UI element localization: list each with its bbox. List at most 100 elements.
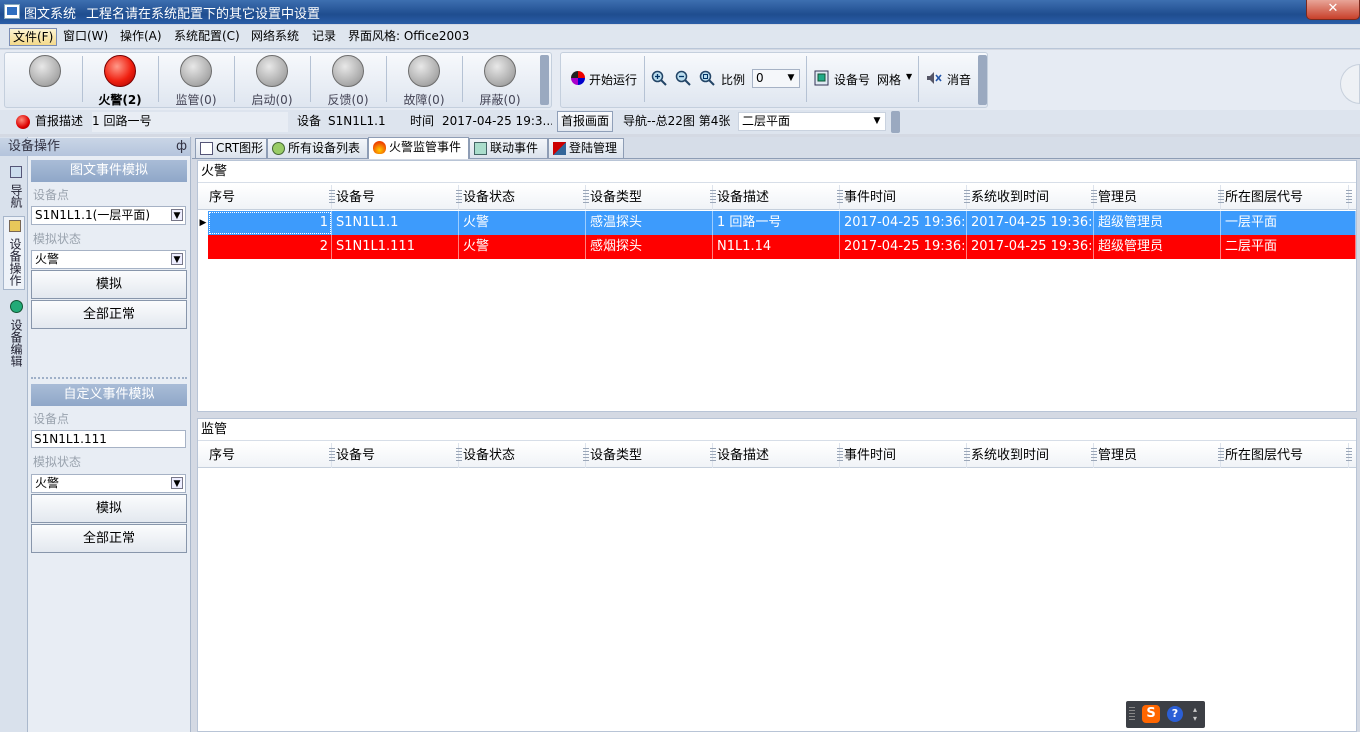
time-label: 时间 [410, 114, 435, 128]
menu-network[interactable]: 网络系统 [248, 28, 302, 46]
vtab-device-operation[interactable]: 设备操作 [3, 216, 25, 290]
status-feedback-label: 反馈(0) [327, 93, 369, 107]
first-report-screen-button[interactable]: 首报画面 [557, 111, 613, 132]
col-header-index[interactable]: 序号 [205, 185, 335, 210]
floor-select[interactable]: 二层平面 ▼ [738, 112, 886, 131]
col-header-admin[interactable]: 管理员 [1094, 185, 1224, 210]
section1-all-normal-button[interactable]: 全部正常 [31, 300, 187, 329]
section1-simulate-button[interactable]: 模拟 [31, 270, 187, 299]
cell-admin[interactable]: 超级管理员 [1094, 211, 1221, 235]
tab-crt[interactable]: CRT图形 [195, 138, 267, 158]
cell-recv-time[interactable]: 2017-04-25 19:36:52 [967, 235, 1094, 259]
cell-layer[interactable]: 一层平面 [1221, 211, 1356, 235]
col-header-admin[interactable]: 管理员 [1094, 443, 1224, 468]
ime-toolbar[interactable]: S ? ▴ ▾ [1126, 701, 1205, 728]
section2-state-select[interactable]: 火警 ▼ [31, 474, 186, 493]
menu-file[interactable]: 文件(F) [9, 28, 58, 46]
section1-point-select[interactable]: S1N1L1.1(一层平面) ▼ [31, 206, 186, 225]
col-header-recv-time[interactable]: 系统收到时间 [967, 443, 1097, 468]
section2-all-normal-button[interactable]: 全部正常 [31, 524, 187, 553]
menu-system-config[interactable]: 系统配置(C) [171, 28, 243, 46]
start-run-label: 开始运行 [589, 73, 638, 87]
status-blank-indicator[interactable] [29, 55, 61, 87]
tab-all-devices[interactable]: 所有设备列表 [267, 138, 368, 158]
col-header-state[interactable]: 设备状态 [459, 185, 589, 210]
col-header-type[interactable]: 设备类型 [586, 185, 716, 210]
cell-index[interactable]: 1 [208, 211, 332, 235]
cell-index[interactable]: 2 [208, 235, 332, 259]
section2-point-input[interactable]: S1N1L1.111 [31, 430, 186, 448]
cell-type[interactable]: 感温探头 [586, 211, 713, 235]
col-index-label: 序号 [209, 190, 236, 205]
cell-type[interactable]: 感烟探头 [586, 235, 713, 259]
sogou-icon[interactable]: S [1142, 705, 1160, 723]
info-bar: 首报描述 1 回路一号 设备 S1N1L1.1 时间 2017-04-25 19… [0, 110, 1360, 134]
cell-admin[interactable]: 超级管理员 [1094, 235, 1221, 259]
vtab-navigation-label: 导航 [9, 183, 23, 208]
menu-records[interactable]: 记录 [309, 28, 339, 46]
col-header-device-no[interactable]: 设备号 [332, 443, 462, 468]
col-header-desc[interactable]: 设备描述 [713, 185, 843, 210]
col-header-layer[interactable]: 所在图层代号 [1221, 185, 1352, 210]
cell-event-time[interactable]: 2017-04-25 19:36:32 [840, 211, 967, 235]
status-start-label: 启动(0) [251, 93, 293, 107]
zoom-fit-icon[interactable] [699, 70, 715, 86]
col-admin-label: 管理员 [1098, 190, 1138, 205]
panel-title: 设备操作 ф [0, 138, 190, 156]
tab-login-manage[interactable]: 登陆管理 [548, 138, 624, 158]
device-no-label: 设备号 [834, 73, 871, 87]
menu-window[interactable]: 窗口(W) [60, 28, 111, 46]
cell-device-no[interactable]: S1N1L1.1 [332, 211, 459, 235]
col-header-device-no[interactable]: 设备号 [332, 185, 462, 210]
tools-grip[interactable] [978, 55, 987, 105]
col-header-type[interactable]: 设备类型 [586, 443, 716, 468]
col-header-state[interactable]: 设备状态 [459, 443, 589, 468]
pin-icon[interactable]: ф [176, 138, 187, 156]
section2-state-label: 模拟状态 [33, 455, 82, 469]
floating-widget[interactable] [1340, 64, 1360, 104]
col-header-desc[interactable]: 设备描述 [713, 443, 843, 468]
cell-layer[interactable]: 二层平面 [1221, 235, 1356, 259]
table-row[interactable]: ▶ 1 S1N1L1.1 火警 感温探头 1 回路一号 2017-04-25 1… [198, 211, 1356, 235]
close-button[interactable]: ✕ [1306, 0, 1360, 20]
section1-state-select[interactable]: 火警 ▼ [31, 250, 186, 269]
cell-event-time[interactable]: 2017-04-25 19:36:52 [840, 235, 967, 259]
section1-state-label: 模拟状态 [33, 232, 82, 246]
col-header-recv-time[interactable]: 系统收到时间 [967, 185, 1097, 210]
edit-icon [9, 299, 23, 313]
zoom-out-icon[interactable] [675, 70, 691, 86]
col-layer-label: 所在图层代号 [1225, 190, 1304, 205]
section-divider[interactable] [31, 377, 187, 379]
ime-grip-icon[interactable] [1129, 707, 1135, 722]
section2-simulate-button[interactable]: 模拟 [31, 494, 187, 523]
scale-select[interactable]: 0 ▼ [752, 69, 800, 88]
section1-point-value: S1N1L1.1(一层平面) [35, 208, 150, 222]
ime-arrows-icon[interactable]: ▴ ▾ [1190, 705, 1200, 724]
first-report-label: 首报描述 [35, 114, 84, 128]
col-header-layer[interactable]: 所在图层代号 [1221, 443, 1352, 468]
menu-operation[interactable]: 操作(A) [117, 28, 165, 46]
col-header-event-time[interactable]: 事件时间 [840, 443, 970, 468]
zoom-in-icon[interactable] [651, 70, 667, 86]
help-icon[interactable]: ? [1167, 706, 1183, 722]
cell-state[interactable]: 火警 [459, 235, 586, 259]
cell-device-no[interactable]: S1N1L1.111 [332, 235, 459, 259]
menu-ui-style[interactable]: 界面风格: Office2003 [345, 28, 472, 46]
login-icon [553, 142, 566, 155]
vtab-navigation[interactable]: 导航 [3, 163, 25, 211]
col-state-label: 设备状态 [463, 448, 516, 463]
col-event-time-label: 事件时间 [844, 190, 897, 205]
table-row[interactable]: 2 S1N1L1.111 火警 感烟探头 N1L1.14 2017-04-25 … [198, 235, 1356, 259]
col-header-index[interactable]: 序号 [205, 443, 335, 468]
vtab-device-edit[interactable]: 设备编辑 [3, 296, 25, 370]
infobar-grip[interactable] [891, 111, 900, 133]
menu-bar: 文件(F) 窗口(W) 操作(A) 系统配置(C) 网络系统 记录 界面风格: … [0, 25, 1360, 49]
col-header-event-time[interactable]: 事件时间 [840, 185, 970, 210]
cell-state[interactable]: 火警 [459, 211, 586, 235]
cell-desc[interactable]: N1L1.14 [713, 235, 840, 259]
tab-linkage-events[interactable]: 联动事件 [469, 138, 548, 158]
tab-fire-events[interactable]: 火警监管事件 [368, 137, 469, 159]
cell-desc[interactable]: 1 回路一号 [713, 211, 840, 235]
cell-recv-time[interactable]: 2017-04-25 19:36:32 [967, 211, 1094, 235]
toolbar-grip[interactable] [540, 55, 549, 105]
